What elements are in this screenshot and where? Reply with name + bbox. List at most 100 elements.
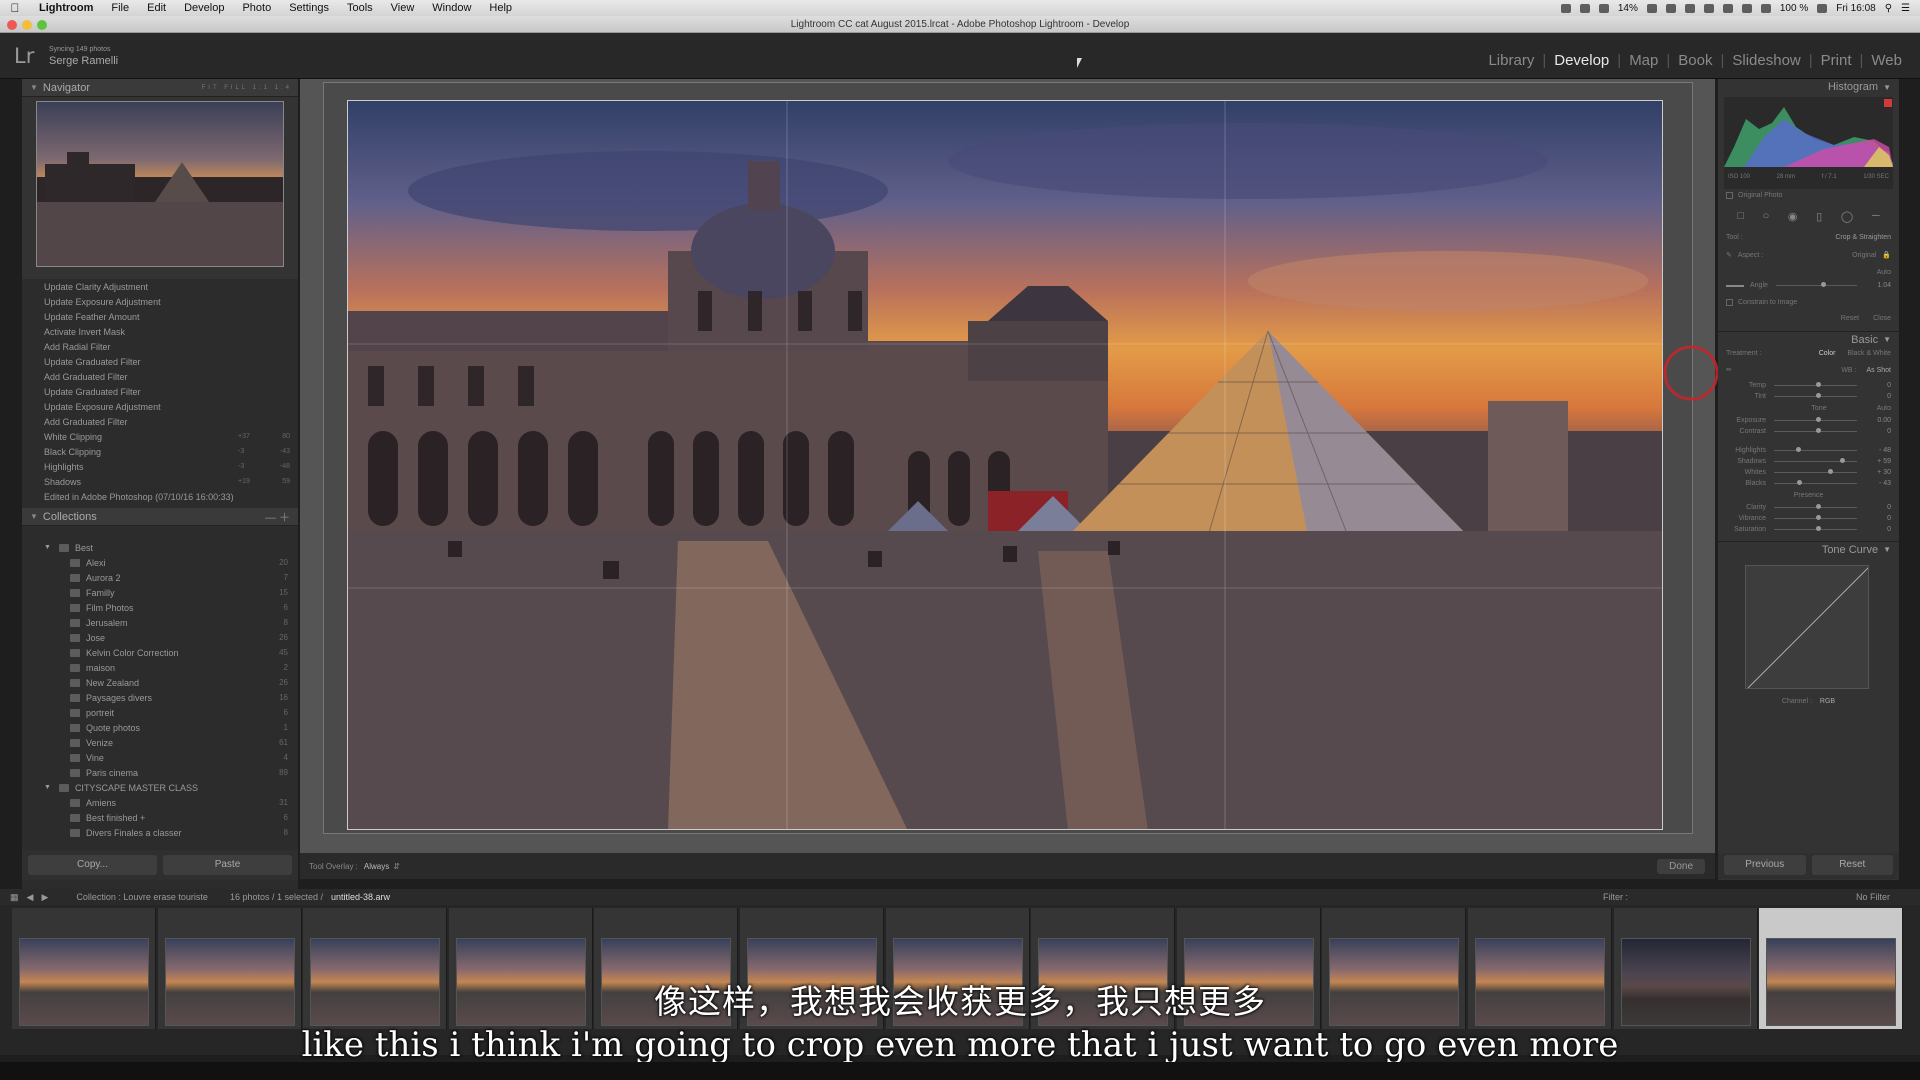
- spot-removal-icon[interactable]: ○: [1763, 210, 1770, 223]
- slider-knob[interactable]: [1815, 417, 1821, 422]
- slider-knob[interactable]: [1815, 526, 1821, 531]
- sync-status[interactable]: Syncing 149 photos: [49, 46, 111, 53]
- history-step[interactable]: Highlights -3 -48: [22, 459, 298, 474]
- menu-file[interactable]: File: [102, 2, 138, 14]
- collection-item[interactable]: Best finished + 6: [22, 810, 298, 825]
- graduated-filter-icon[interactable]: ▯: [1816, 210, 1822, 223]
- radial-filter-icon[interactable]: ◯: [1841, 210, 1853, 223]
- camera-icon[interactable]: [1684, 3, 1695, 13]
- collection-item[interactable]: Venize 61: [22, 735, 298, 750]
- crop-frame-icon[interactable]: ✎: [1726, 251, 1732, 259]
- cloud-icon[interactable]: [1579, 3, 1590, 13]
- collection-item[interactable]: Divers Finales a classer 8: [22, 825, 298, 840]
- lock-icon[interactable]: 🔒: [1882, 251, 1891, 259]
- history-step[interactable]: Update Clarity Adjustment: [22, 279, 298, 294]
- angle-slider[interactable]: [1775, 282, 1857, 287]
- original-photo-row[interactable]: Original Photo: [1718, 189, 1899, 202]
- slider-track[interactable]: [1774, 504, 1857, 509]
- slider-value[interactable]: 0: [1865, 504, 1891, 511]
- close-window-button[interactable]: [7, 20, 17, 30]
- add-collection-icon[interactable]: — ＋: [265, 509, 298, 525]
- slider-track[interactable]: [1774, 447, 1857, 452]
- slider-value[interactable]: 0.00: [1865, 417, 1891, 424]
- zoom-window-button[interactable]: [37, 20, 47, 30]
- collection-item[interactable]: Paris cinema 89: [22, 765, 298, 780]
- original-photo-checkbox[interactable]: [1726, 192, 1733, 199]
- collection-item[interactable]: Aurora 2 7: [22, 570, 298, 585]
- slider-track[interactable]: [1774, 526, 1857, 531]
- slider-value[interactable]: 0: [1865, 382, 1891, 389]
- menu-help[interactable]: Help: [480, 2, 521, 14]
- collection-set[interactable]: ▼ Best: [22, 540, 298, 555]
- slider-knob[interactable]: [1797, 480, 1803, 485]
- histogram[interactable]: ISO 100 28 mm f / 7.1 1/30 SEC: [1724, 97, 1893, 189]
- module-develop[interactable]: Develop: [1546, 52, 1617, 69]
- slider-value[interactable]: - 48: [1865, 447, 1891, 454]
- menu-tools[interactable]: Tools: [338, 2, 382, 14]
- creative-cloud-icon[interactable]: [1665, 3, 1676, 13]
- history-step[interactable]: Update Exposure Adjustment: [22, 399, 298, 414]
- angle-value[interactable]: 1.04: [1865, 282, 1891, 289]
- slider-value[interactable]: 0: [1865, 393, 1891, 400]
- slider-track[interactable]: [1774, 393, 1857, 398]
- basic-header[interactable]: Basic ▼: [1718, 331, 1899, 347]
- collection-item[interactable]: Paysages divers 16: [22, 690, 298, 705]
- apple-menu-icon[interactable]: : [0, 1, 30, 15]
- navigator-preview[interactable]: [36, 101, 284, 267]
- slider-value[interactable]: + 30: [1865, 469, 1891, 476]
- collection-item[interactable]: Film Photos 6: [22, 600, 298, 615]
- slider-value[interactable]: 0: [1865, 428, 1891, 435]
- collection-item[interactable]: New Zealand 26: [22, 675, 298, 690]
- collection-item[interactable]: Jerusalem 8: [22, 615, 298, 630]
- aspect-select[interactable]: Original: [1852, 252, 1876, 259]
- tone-curve-graph[interactable]: [1745, 565, 1869, 689]
- slider-knob[interactable]: [1815, 382, 1821, 387]
- module-web[interactable]: Web: [1863, 52, 1910, 69]
- histogram-header[interactable]: Histogram ▼: [1718, 79, 1899, 95]
- slider-value[interactable]: - 43: [1865, 480, 1891, 487]
- spotlight-icon[interactable]: ⚲: [1885, 3, 1892, 14]
- tone-auto-button[interactable]: Auto: [1877, 405, 1891, 412]
- straighten-tool-icon[interactable]: [1726, 284, 1744, 287]
- module-print[interactable]: Print: [1813, 52, 1860, 69]
- selected-file[interactable]: untitled-38.arw: [331, 892, 390, 902]
- bluetooth-icon[interactable]: [1703, 3, 1714, 13]
- module-book[interactable]: Book: [1670, 52, 1720, 69]
- collection-item[interactable]: Amiens 31: [22, 795, 298, 810]
- copy-button[interactable]: Copy...: [28, 855, 157, 875]
- collection-item[interactable]: portreit 6: [22, 705, 298, 720]
- filter-select[interactable]: No Filter: [1856, 892, 1890, 902]
- collapse-triangle-icon[interactable]: ▼: [1883, 545, 1891, 554]
- collection-item[interactable]: Familly 15: [22, 585, 298, 600]
- constrain-row[interactable]: Constrain to Image: [1718, 292, 1899, 312]
- collection-item[interactable]: maison 2: [22, 660, 298, 675]
- angle-slider-knob[interactable]: [1820, 282, 1826, 287]
- menu-settings[interactable]: Settings: [280, 2, 338, 14]
- collection-set[interactable]: ▼ CITYSCAPE MASTER CLASS: [22, 780, 298, 795]
- collection-item[interactable]: Quote photos 1: [22, 720, 298, 735]
- grid-view-icon[interactable]: ▦: [10, 892, 19, 903]
- reset-button[interactable]: Reset: [1811, 855, 1893, 875]
- slider-knob[interactable]: [1815, 428, 1821, 433]
- collapse-triangle-icon[interactable]: ▼: [30, 512, 38, 521]
- history-step[interactable]: Activate Invert Mask: [22, 324, 298, 339]
- tone-curve-header[interactable]: Tone Curve ▼: [1718, 541, 1899, 557]
- wb-select[interactable]: As Shot: [1866, 367, 1891, 374]
- history-step[interactable]: Update Exposure Adjustment: [22, 294, 298, 309]
- flag-icon[interactable]: [1760, 3, 1771, 13]
- collapse-triangle-icon[interactable]: ▼: [1883, 83, 1891, 92]
- treatment-bw[interactable]: Black & White: [1847, 350, 1891, 357]
- slider-value[interactable]: 0: [1865, 526, 1891, 533]
- paste-button[interactable]: Paste: [163, 855, 292, 875]
- slider-knob[interactable]: [1827, 469, 1833, 474]
- history-step[interactable]: Update Feather Amount: [22, 309, 298, 324]
- angle-auto-button[interactable]: Auto: [1877, 269, 1891, 276]
- expand-triangle-icon[interactable]: ▼: [44, 544, 51, 551]
- slider-track[interactable]: [1774, 417, 1857, 422]
- script-icon[interactable]: [1646, 3, 1657, 13]
- notification-center-icon[interactable]: ☰: [1901, 3, 1910, 14]
- slider-knob[interactable]: [1815, 393, 1821, 398]
- expand-triangle-icon[interactable]: ▼: [44, 784, 51, 791]
- history-step[interactable]: Edited in Adobe Photoshop (07/10/16 16:0…: [22, 489, 298, 504]
- history-step[interactable]: Add Graduated Filter: [22, 369, 298, 384]
